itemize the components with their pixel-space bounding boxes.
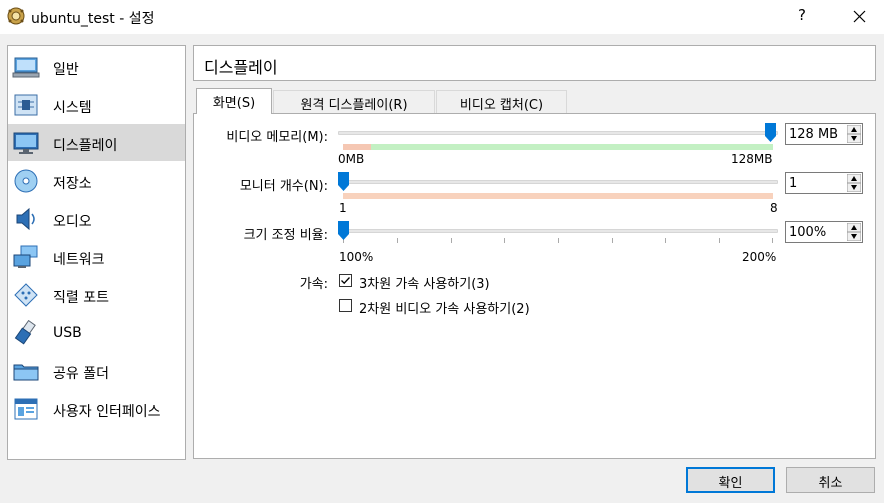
- display-monitor-icon: [13, 132, 39, 154]
- sidebar-item-shared-folders[interactable]: 공유 폴더: [8, 352, 185, 389]
- tab-screen[interactable]: 화면(S): [196, 88, 272, 114]
- scale-factor-slider-track[interactable]: [338, 229, 778, 233]
- close-icon[interactable]: [846, 6, 872, 28]
- storage-disk-icon: [14, 169, 38, 193]
- monitor-count-value: 1: [789, 176, 798, 191]
- scale-factor-ticks: [343, 238, 773, 244]
- video-memory-ok-range: [371, 144, 773, 150]
- general-icon: [12, 57, 40, 78]
- page-title: 디스플레이: [204, 58, 278, 77]
- checkmark-icon: [341, 277, 350, 285]
- video-memory-slider-thumb[interactable]: [765, 123, 776, 142]
- folder-icon: [13, 364, 39, 381]
- video-memory-slider-track[interactable]: [338, 131, 778, 135]
- 2d-video-acceleration-label[interactable]: 2차원 비디오 가속 사용하기(2): [359, 298, 530, 317]
- page-title-box: 디스플레이: [193, 45, 876, 81]
- sidebar-item-serial-port[interactable]: 직렬 포트: [8, 276, 185, 313]
- sidebar-item-audio[interactable]: 오디오: [8, 200, 185, 237]
- sidebar-item-general[interactable]: 일반: [8, 48, 185, 85]
- sidebar-item-label: 디스플레이: [53, 138, 118, 154]
- monitor-count-spinbox[interactable]: 1: [785, 172, 863, 194]
- spin-down-icon[interactable]: [847, 232, 861, 241]
- cancel-button[interactable]: 취소: [786, 467, 875, 493]
- sidebar-item-network[interactable]: 네트워크: [8, 238, 185, 275]
- serial-port-icon: [14, 283, 38, 307]
- video-memory-range-bar: [343, 144, 773, 150]
- scale-factor-slider-thumb[interactable]: [338, 221, 349, 240]
- video-memory-max-label: 128MB: [731, 152, 773, 166]
- video-memory-spinbox[interactable]: 128 MB: [785, 123, 863, 145]
- sidebar-item-label: 시스템: [53, 100, 92, 116]
- video-memory-warn-range: [343, 144, 371, 150]
- video-memory-value: 128 MB: [789, 127, 839, 142]
- sidebar-item-label: 네트워크: [53, 252, 105, 268]
- window-title: ubuntu_test - 설정: [31, 11, 155, 27]
- ok-button[interactable]: 확인: [686, 467, 775, 493]
- spin-down-icon[interactable]: [847, 134, 861, 143]
- system-chip-icon: [14, 94, 38, 116]
- spin-down-icon[interactable]: [847, 183, 861, 192]
- tab-video-capture[interactable]: 비디오 캡처(C): [436, 90, 567, 113]
- network-icon: [13, 245, 38, 268]
- scale-factor-value: 100%: [789, 225, 827, 240]
- sidebar-item-label: 공유 폴더: [53, 366, 109, 382]
- tab-remote-display[interactable]: 원격 디스플레이(R): [273, 90, 435, 113]
- monitor-count-label: 모니터 개수(N):: [239, 179, 328, 194]
- sidebar-item-label: 직렬 포트: [53, 290, 109, 306]
- sidebar-item-storage[interactable]: 저장소: [8, 162, 185, 199]
- title-bar: ubuntu_test - 설정 ?: [0, 0, 884, 34]
- scale-factor-label: 크기 조정 비율:: [243, 228, 328, 243]
- sidebar-item-label: 사용자 인터페이스: [53, 404, 161, 420]
- monitor-count-slider-thumb[interactable]: [338, 172, 349, 191]
- sidebar-item-user-interface[interactable]: 사용자 인터페이스: [8, 390, 185, 427]
- video-memory-min-label: 0MB: [338, 152, 365, 166]
- settings-sidebar: 일반 시스템 디스플레이 저장소 오디오 네트워크 직렬 포트 USB 공유 폴…: [7, 45, 186, 460]
- sidebar-item-label: 일반: [53, 62, 79, 78]
- sidebar-item-label: 오디오: [53, 214, 92, 230]
- sidebar-item-display[interactable]: 디스플레이: [8, 124, 185, 161]
- acceleration-label: 가속:: [299, 277, 328, 292]
- sidebar-item-label: USB: [53, 325, 82, 341]
- monitor-count-range-bar: [343, 193, 773, 199]
- help-button[interactable]: ?: [790, 6, 814, 28]
- 3d-acceleration-checkbox[interactable]: [339, 274, 352, 287]
- video-memory-label: 비디오 메모리(M):: [226, 130, 328, 145]
- spin-up-icon[interactable]: [847, 125, 861, 134]
- sidebar-item-usb[interactable]: USB: [8, 314, 185, 351]
- virtualbox-app-icon: [7, 7, 25, 25]
- scale-factor-max-label: 200%: [742, 250, 777, 264]
- monitor-count-slider-track[interactable]: [338, 180, 778, 184]
- spin-up-icon[interactable]: [847, 223, 861, 232]
- scale-factor-min-label: 100%: [339, 250, 374, 264]
- 2d-video-acceleration-checkbox[interactable]: [339, 299, 352, 312]
- scale-factor-spinbox[interactable]: 100%: [785, 221, 863, 243]
- speaker-icon: [16, 207, 35, 231]
- monitor-count-max-label: 8: [770, 201, 778, 215]
- spin-up-icon[interactable]: [847, 174, 861, 183]
- sidebar-item-system[interactable]: 시스템: [8, 86, 185, 123]
- 3d-acceleration-label[interactable]: 3차원 가속 사용하기(3): [359, 273, 490, 292]
- usb-plug-icon: [14, 320, 36, 345]
- user-interface-icon: [14, 398, 38, 420]
- monitor-count-min-label: 1: [339, 201, 347, 215]
- sidebar-item-label: 저장소: [53, 176, 92, 192]
